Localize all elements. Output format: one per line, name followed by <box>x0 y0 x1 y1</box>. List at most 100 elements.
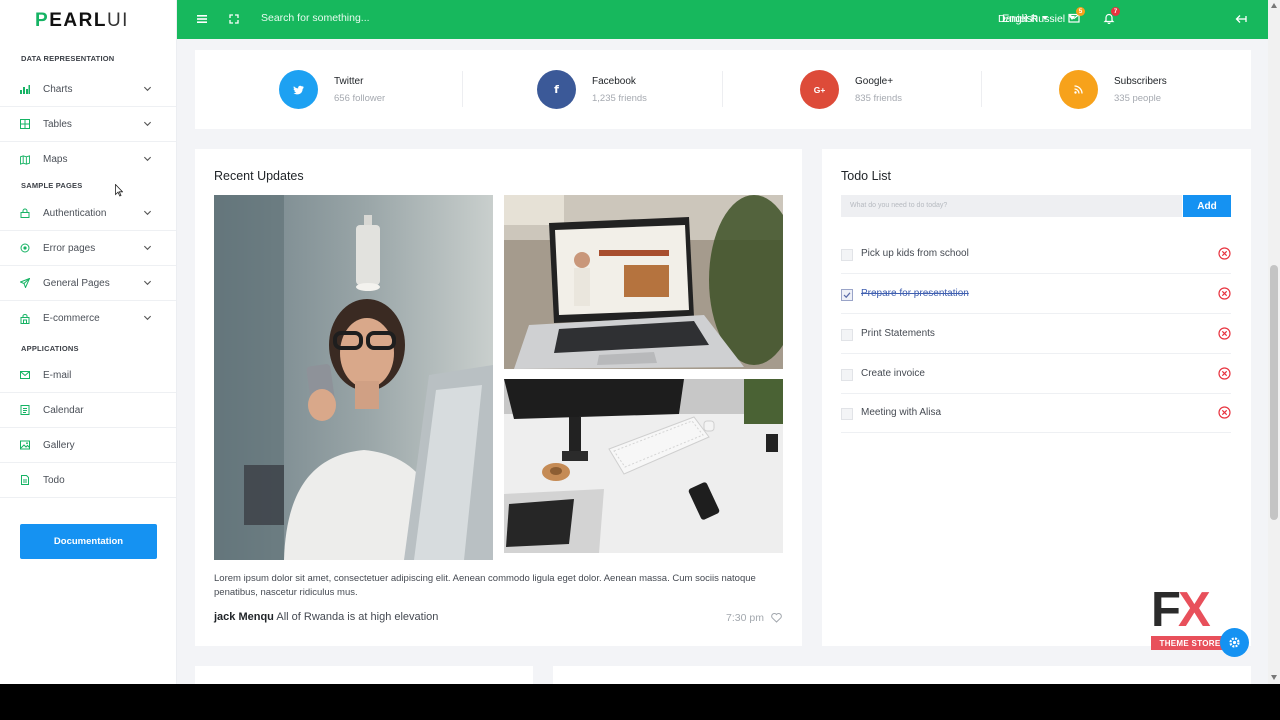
sidebar-item-label: E-commerce <box>43 313 100 324</box>
sidebar-item-label: E-mail <box>43 369 72 381</box>
map-icon <box>20 154 30 165</box>
divider <box>981 71 982 107</box>
card-title: Todo List <box>841 169 892 183</box>
sidebar-item-maps[interactable]: Maps <box>0 142 176 177</box>
sidebar-item-gallery[interactable]: Gallery <box>0 428 176 463</box>
section-title-apps: APPLICATIONS <box>21 344 79 353</box>
google-plus-icon: G+ <box>800 70 839 109</box>
social-name: Twitter <box>334 75 364 87</box>
calendar-icon <box>20 405 30 415</box>
remove-circle-icon[interactable] <box>1218 406 1231 419</box>
social-stats-card: Twitter 656 follower f Facebook 1,235 fr… <box>195 50 1251 129</box>
section-title-samples: SAMPLE PAGES <box>21 181 83 190</box>
twitter-icon <box>279 70 318 109</box>
scroll-up-arrow-icon[interactable] <box>1271 3 1277 8</box>
brand[interactable]: PEARLUI <box>0 0 176 42</box>
shop-icon <box>20 313 30 324</box>
sidebar-item-e-commerce[interactable]: E-commerce <box>0 301 176 336</box>
sidebar-item-label: Error pages <box>43 242 96 254</box>
sidebar-item-label: Calendar <box>43 404 84 416</box>
todo-checkbox[interactable] <box>841 369 853 381</box>
menu-icon[interactable] <box>196 13 208 25</box>
sidebar-item-tables[interactable]: Tables <box>0 107 176 142</box>
update-photo-laptop[interactable] <box>504 195 783 369</box>
recent-updates-card: Recent Updates Lorem ipsum dolor sit ame… <box>195 149 802 646</box>
chevron-down-icon <box>143 121 152 127</box>
todo-checkbox-checked[interactable] <box>841 289 853 301</box>
check-icon <box>843 292 851 299</box>
fx-letter-f: F <box>1151 583 1181 637</box>
fullscreen-icon[interactable] <box>228 13 240 25</box>
update-time: 7:30 pm <box>726 612 764 624</box>
sidebar-item-label: Maps <box>43 154 68 165</box>
mouse-cursor-icon <box>115 184 123 197</box>
sidebar-item-general-pages[interactable]: General Pages <box>0 266 176 301</box>
scrollbar-thumb[interactable] <box>1270 265 1278 520</box>
update-description: Lorem ipsum dolor sit amet, consectetuer… <box>214 573 756 598</box>
bar-chart-icon <box>20 84 30 94</box>
mail-icon <box>20 370 30 380</box>
todo-input[interactable]: What do you need to do today? <box>841 195 1182 217</box>
collapse-arrow-icon[interactable] <box>1235 13 1247 25</box>
todo-item: Create invoice <box>841 354 1231 394</box>
todo-item: Prepare for presentation <box>841 274 1231 314</box>
sidebar-item-calendar[interactable]: Calendar <box>0 393 176 428</box>
user-dropdown[interactable]: Daniel Russiel <box>998 13 1076 25</box>
todo-label: Pick up kids from school <box>861 248 969 259</box>
bottom-card-left <box>195 666 533 684</box>
sidebar-item-error-pages[interactable]: Error pages <box>0 231 176 266</box>
sidebar-item-todo[interactable]: Todo <box>0 463 176 498</box>
update-author[interactable]: jack Menqu <box>214 611 274 623</box>
scroll-down-arrow-icon[interactable] <box>1271 675 1277 680</box>
search-input[interactable]: Search for something... <box>261 12 370 24</box>
bell-badge: 7 <box>1111 7 1120 16</box>
todo-checkbox[interactable] <box>841 249 853 261</box>
settings-button[interactable] <box>1220 628 1249 657</box>
update-photo-woman[interactable] <box>214 195 493 560</box>
chevron-down-icon <box>143 315 152 321</box>
todo-checkbox[interactable] <box>841 408 853 420</box>
documentation-button[interactable]: Documentation <box>20 524 157 559</box>
update-photo-desk[interactable] <box>504 379 783 553</box>
vertical-scrollbar[interactable] <box>1268 0 1280 684</box>
social-count: 835 friends <box>855 92 903 104</box>
todo-list-card: Todo List What do you need to do today? … <box>822 149 1251 646</box>
social-count: 1,235 friends <box>592 92 647 104</box>
social-stat-facebook: f Facebook 1,235 friends <box>537 70 647 109</box>
remove-circle-icon[interactable] <box>1218 247 1231 260</box>
todo-label: Create invoice <box>861 368 925 379</box>
sidebar-item-authentication[interactable]: Authentication <box>0 196 176 231</box>
sidebar-item-label: General Pages <box>43 277 110 289</box>
heart-icon[interactable] <box>771 613 782 623</box>
add-todo-button[interactable]: Add <box>1183 195 1231 217</box>
chevron-down-icon <box>143 156 152 162</box>
social-stat-google-plus: G+ Google+ 835 friends <box>800 70 902 109</box>
sidebar: PEARLUI DATA REPRESENTATION Charts Table… <box>0 0 177 684</box>
update-byline: jack Menqu All of Rwanda is at high elev… <box>214 611 438 623</box>
app-root: PEARLUI DATA REPRESENTATION Charts Table… <box>0 0 1280 684</box>
social-stat-subscribers: Subscribers 335 people <box>1059 70 1167 109</box>
remove-circle-icon[interactable] <box>1218 327 1231 340</box>
chevron-down-icon <box>143 245 152 251</box>
bottom-card-right <box>553 666 1251 684</box>
fx-letter-x: X <box>1177 583 1211 637</box>
sidebar-item-e-mail[interactable]: E-mail <box>0 358 176 393</box>
chevron-down-icon <box>143 210 152 216</box>
sidebar-item-label: Authentication <box>43 207 107 219</box>
sidebar-item-charts[interactable]: Charts <box>0 72 176 107</box>
todo-item: Pick up kids from school <box>841 234 1231 274</box>
todo-item: Meeting with Alisa <box>841 393 1231 433</box>
social-stat-twitter: Twitter 656 follower <box>279 70 385 109</box>
sidebar-item-label: Charts <box>43 83 73 95</box>
table-icon <box>20 119 30 129</box>
social-name: Subscribers <box>1114 75 1167 87</box>
user-name: Daniel Russiel <box>998 13 1066 25</box>
gear-icon <box>1229 637 1240 648</box>
remove-circle-icon[interactable] <box>1218 367 1231 380</box>
social-count: 335 people <box>1114 92 1162 104</box>
remove-circle-icon[interactable] <box>1218 287 1231 300</box>
social-name: Facebook <box>592 75 636 87</box>
todo-checkbox[interactable] <box>841 329 853 341</box>
divider <box>462 71 463 107</box>
send-icon <box>20 278 30 288</box>
